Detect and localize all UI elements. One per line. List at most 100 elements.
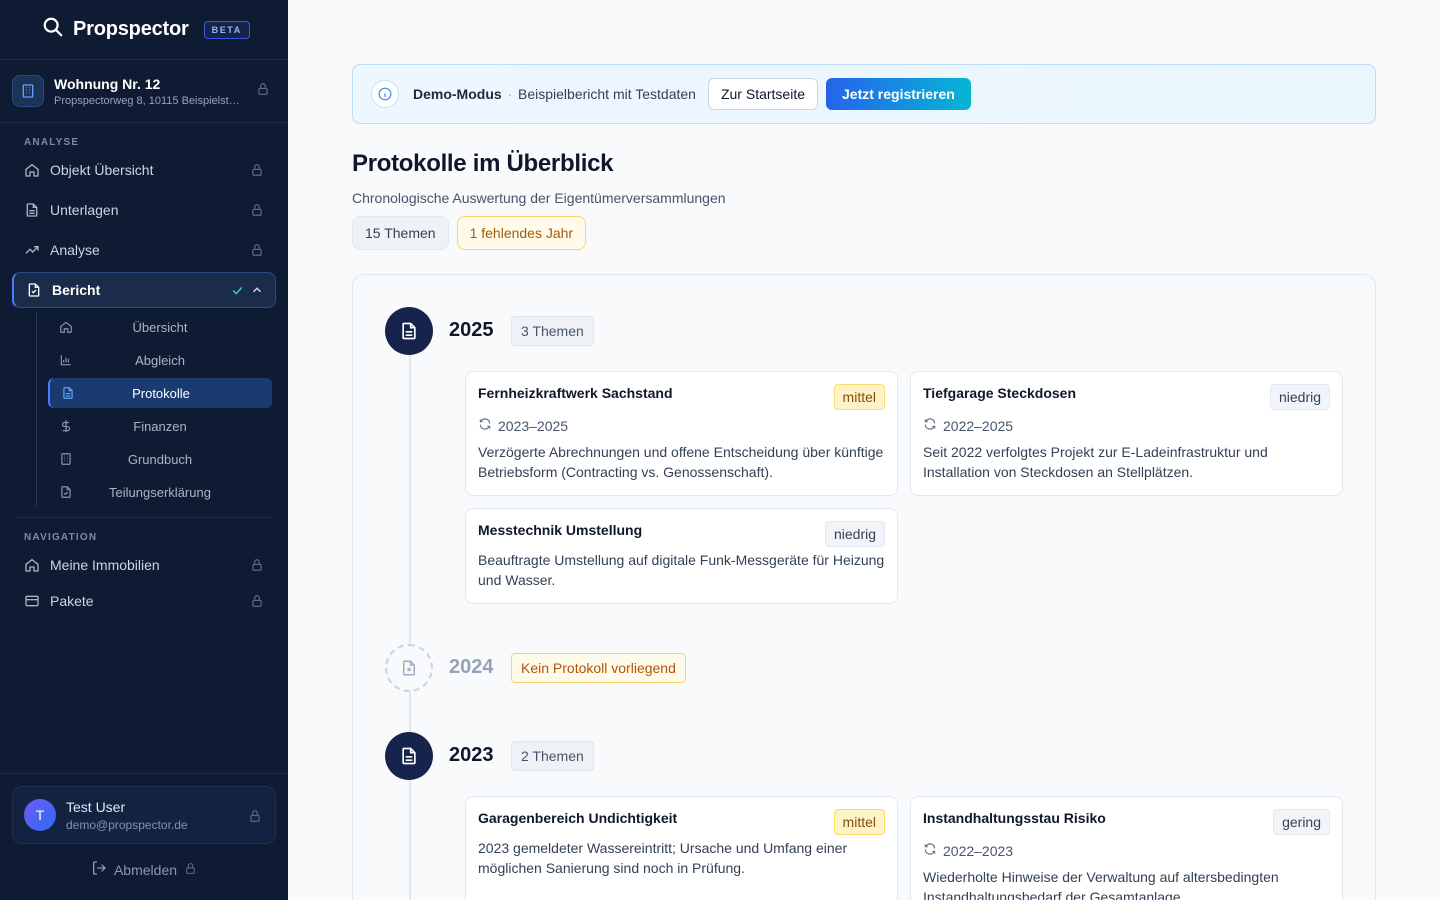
refresh-icon [478,417,492,434]
topic-card[interactable]: Fernheizkraftwerk Sachstand mittel 2023–… [465,371,898,496]
topic-title: Messtechnik Umstellung [478,522,643,538]
sub-item-label: Finanzen [133,418,187,434]
document-icon [61,386,75,400]
topic-range: 2022–2023 [923,842,1330,859]
topic-description: Wiederholte Hinweise der Verwaltung auf … [923,869,1279,900]
lock-icon [250,203,264,220]
sidebar-item-label: Meine Immobilien [50,557,160,573]
brand[interactable]: Propspector BETA [0,0,288,60]
sub-nav: Übersicht Abgleich Protokolle Finanzen G… [36,312,272,507]
sub-item-label: Teilungserklärung [109,484,211,500]
dollar-icon [59,419,73,433]
year-label: 2023 [449,744,494,766]
topic-description: Verzögerte Abrechnungen und offene Entsc… [478,444,884,480]
logout-label: Abmelden [113,861,178,878]
topic-card[interactable]: Messtechnik Umstellung niedrig Beauftrag… [465,508,898,604]
sidebar: Propspector BETA Wohnung Nr. 12 Propspec… [0,0,288,900]
home-icon [24,557,40,573]
report-icon [26,282,42,298]
lock-icon [250,163,264,180]
sub-item-teilungserklaerung[interactable]: Teilungserklärung [48,477,272,507]
missing-document-icon [385,644,433,692]
sidebar-item-objekt-uebersicht[interactable]: Objekt Übersicht [12,152,276,188]
refresh-icon [923,842,937,859]
main-content: Demo-Modus · Beispielbericht mit Testdat… [288,0,1440,900]
topic-description: 2023 gemeldeter Wassereintritt; Ursache … [478,840,848,876]
topic-range-label: 2023–2025 [498,417,569,434]
brand-name: Propspector [73,18,189,40]
topic-description: Beauftragte Umstellung auf digitale Funk… [478,552,885,588]
user-card[interactable]: T Test User demo@propspector.de [12,786,276,844]
document-icon [24,202,40,218]
topic-range: 2022–2025 [923,417,1330,434]
sidebar-item-label: Bericht [52,282,101,298]
priority-badge: mittel [833,809,885,835]
bar-chart-icon [59,353,73,367]
sub-item-abgleich[interactable]: Abgleich [48,345,272,375]
logout-button[interactable]: Abmelden [0,860,288,879]
sidebar-item-pakete[interactable]: Pakete [12,583,276,619]
timeline-line [409,331,411,900]
beta-badge: BETA [203,20,250,39]
property-title: Wohnung Nr. 12 [54,75,161,92]
sub-item-grundbuch[interactable]: Grundbuch [48,444,272,474]
lock-icon [250,594,264,611]
sidebar-item-bericht[interactable]: Bericht [12,272,276,308]
topic-card[interactable]: Tiefgarage Steckdosen niedrig 2022–2025 … [910,371,1343,496]
priority-badge: mittel [833,384,885,410]
avatar: T [24,799,56,831]
sidebar-item-label: Analyse [50,242,100,258]
chevron-up-icon[interactable] [250,283,264,300]
year-node-icon [385,732,433,780]
home-icon [24,162,40,178]
property-address: Propspectorweg 8, 10115 Beispielstadt [54,94,240,107]
page-subtitle: Chronologische Auswertung der Eigentümer… [352,190,726,206]
search-icon [42,16,64,43]
topic-card[interactable]: Instandhaltungsstau Risiko gering 2022–2… [910,796,1343,900]
credit-card-icon [24,593,40,609]
banner-title: Demo-Modus [413,86,502,102]
user-email: demo@propspector.de [66,817,188,832]
topic-title: Instandhaltungsstau Risiko [923,810,1106,826]
home-icon [59,320,73,334]
year-label: 2025 [449,319,494,341]
sub-item-protokolle[interactable]: Protokolle [48,378,272,408]
sidebar-item-label: Pakete [50,593,94,609]
info-icon [371,80,399,108]
sub-item-label: Protokolle [132,385,190,401]
sidebar-item-analyse[interactable]: Analyse [12,232,276,268]
sub-item-uebersicht[interactable]: Übersicht [48,312,272,342]
divider [0,773,288,774]
timeline-panel: 2025 3 Themen Fernheizkraftwerk Sachstan… [352,274,1376,900]
home-button[interactable]: Zur Startseite [707,78,818,110]
missing-year-chip: 1 fehlendes Jahr [456,216,587,250]
property-selector[interactable]: Wohnung Nr. 12 Propspectorweg 8, 10115 B… [0,60,288,123]
sub-item-label: Grundbuch [127,451,193,467]
topic-description: Seit 2022 verfolgtes Projekt zur E-Ladei… [923,444,1268,480]
lock-icon [250,558,264,575]
topic-card[interactable]: Garagenbereich Undichtigkeit mittel 2023… [465,796,898,900]
no-protocol-badge: Kein Protokoll vorliegend [511,653,686,683]
register-button[interactable]: Jetzt registrieren [826,78,971,110]
topic-range: 2023–2025 [478,417,885,434]
sub-item-finanzen[interactable]: Finanzen [48,411,272,441]
summary-chips: 15 Themen 1 fehlendes Jahr [352,216,587,250]
divider [16,517,272,518]
sidebar-item-meine-immobilien[interactable]: Meine Immobilien [12,547,276,583]
year-topic-count: 3 Themen [511,316,594,346]
building-icon [12,75,44,107]
topics-count-chip: 15 Themen [352,216,449,250]
year-node-icon [385,307,433,355]
topic-range-label: 2022–2025 [943,417,1014,434]
sidebar-item-label: Unterlagen [50,202,119,218]
topic-title: Garagenbereich Undichtigkeit [478,810,678,826]
priority-badge: niedrig [824,521,885,547]
section-label-analyse: ANALYSE [24,137,80,148]
sidebar-item-unterlagen[interactable]: Unterlagen [12,192,276,228]
building-icon [59,452,73,466]
separator-dot: · [507,86,513,102]
year-label: 2024 [449,656,494,678]
user-name: Test User [66,798,126,815]
sub-item-label: Übersicht [132,319,188,335]
sidebar-item-label: Objekt Übersicht [50,162,154,178]
